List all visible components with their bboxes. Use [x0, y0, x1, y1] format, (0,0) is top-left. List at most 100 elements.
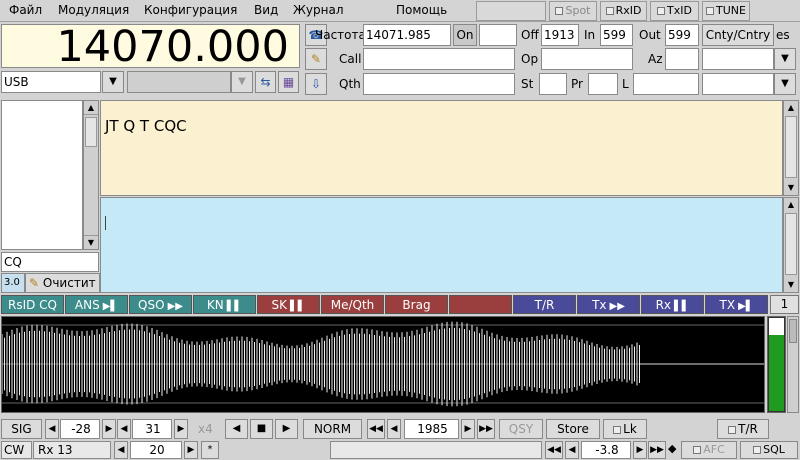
extra-select[interactable] [702, 73, 774, 95]
country-dropdown-button[interactable]: ▼ [774, 48, 796, 70]
macro-page-button[interactable]: 1 [770, 295, 799, 314]
menu-log[interactable]: Журнал [293, 3, 344, 17]
on-time-field[interactable] [479, 24, 517, 46]
menu-view[interactable]: Вид [254, 3, 278, 17]
chevron-up-icon[interactable]: ▲ [784, 101, 798, 115]
macro-button-8[interactable] [449, 295, 512, 314]
chevron-up-icon[interactable]: ▲ [784, 198, 798, 212]
rx-scrollbar[interactable]: ▲ ▼ [783, 100, 799, 196]
rx-text-panel[interactable]: JT Q T CQC [100, 100, 783, 196]
bandwidth-select[interactable] [127, 71, 231, 93]
norm-button[interactable]: NORM [303, 419, 362, 439]
toolbar-blank-button[interactable] [476, 1, 546, 21]
forward-button[interactable]: ▶ [275, 419, 298, 439]
db-field[interactable]: -3.8 [581, 441, 631, 459]
macro-button-12[interactable]: TX ▶▌ [705, 295, 768, 314]
on-time-button[interactable]: On [453, 24, 477, 46]
swap-button[interactable]: ⇆ [255, 71, 276, 93]
menu-help[interactable]: Помощь [396, 3, 447, 17]
menu-modulation[interactable]: Модуляция [58, 3, 129, 17]
db-fast-inc-button[interactable]: ▶▶ [648, 441, 666, 459]
carrier-fast-dec-button[interactable]: ◀◀ [367, 419, 385, 439]
browser-list[interactable] [1, 100, 83, 250]
afc-toggle[interactable]: AFC [681, 441, 737, 459]
star-button[interactable]: * [201, 441, 219, 459]
rst-out-field[interactable]: 599 [665, 24, 699, 46]
qth-field[interactable] [363, 73, 515, 95]
op-field[interactable] [541, 48, 633, 70]
carrier-inc-button[interactable]: ▶ [461, 419, 475, 439]
az-field[interactable] [665, 48, 699, 70]
mode-dropdown-button[interactable]: ▼ [102, 71, 124, 93]
lock-toggle[interactable]: Lk [603, 419, 647, 439]
cq-field[interactable]: CQ [1, 252, 99, 272]
frequency-display[interactable]: 14070.000 [1, 24, 300, 69]
status-inc-button[interactable]: ▶ [184, 441, 198, 459]
menu-file[interactable]: Файл [9, 3, 42, 17]
db-dec-button[interactable]: ◀ [565, 441, 579, 459]
chevron-down-icon[interactable]: ▼ [784, 181, 798, 195]
macro-button-9[interactable]: T/R [513, 295, 576, 314]
province-field[interactable] [588, 73, 618, 95]
macro-button-7[interactable]: Brag [385, 295, 448, 314]
call-field[interactable] [363, 48, 515, 70]
carrier-fast-inc-button[interactable]: ▶▶ [477, 419, 495, 439]
extra-dropdown-button[interactable]: ▼ [774, 73, 796, 95]
macro-button-2[interactable]: ANS ▶▌ [65, 295, 128, 314]
db-inc-button[interactable]: ▶ [633, 441, 647, 459]
chevron-down-icon[interactable]: ▼ [84, 235, 98, 249]
macro-button-3[interactable]: QSO ▶▶ [129, 295, 192, 314]
txid-toggle[interactable]: TxID [650, 1, 699, 21]
bandwidth-dropdown-button[interactable]: ▼ [231, 71, 253, 93]
off-field[interactable]: 1913 [541, 24, 579, 46]
scroll-thumb[interactable] [785, 116, 797, 178]
list-button[interactable]: ▦ [278, 71, 299, 93]
meter-slider[interactable] [787, 316, 799, 413]
tx-text-panel[interactable] [100, 197, 783, 293]
country-select[interactable] [702, 48, 774, 70]
scroll-thumb[interactable] [785, 213, 797, 275]
mode-select[interactable]: USB [1, 71, 101, 93]
broom-button[interactable]: ✎ [305, 48, 327, 70]
status-value-field[interactable]: 20 [130, 441, 182, 459]
tr-toggle[interactable]: T/R [717, 419, 769, 439]
macro-button-10[interactable]: Tx ▶▶ [577, 295, 640, 314]
sig-button[interactable]: SIG [1, 419, 42, 439]
squelch-field[interactable]: -28 [60, 419, 100, 439]
macro-button-11[interactable]: Rx ▌▌ [641, 295, 704, 314]
squelch-inc-button[interactable]: ▶ [102, 419, 116, 439]
sql-toggle[interactable]: SQL [740, 441, 798, 459]
gain-dec-button[interactable]: ◀ [117, 419, 131, 439]
rewind-button[interactable]: ◀ [225, 419, 248, 439]
locator-field[interactable] [633, 73, 699, 95]
country-button[interactable]: Cnty/Cntry [702, 24, 774, 46]
scroll-thumb[interactable] [85, 117, 97, 147]
browser-scrollbar[interactable]: ▲ ▼ [83, 100, 99, 250]
menu-config[interactable]: Конфигурация [144, 3, 237, 17]
macro-button-6[interactable]: Me/Qth [321, 295, 384, 314]
slider-handle[interactable] [789, 319, 797, 343]
macro-button-4[interactable]: KN ▌▌ [193, 295, 256, 314]
clear-button[interactable]: ✎ Очистит [25, 273, 100, 293]
spot-toggle[interactable]: Spot [549, 1, 597, 21]
db-fast-dec-button[interactable]: ◀◀ [545, 441, 563, 459]
qsy-button[interactable]: QSY [499, 419, 543, 439]
gain-field[interactable]: 31 [132, 419, 172, 439]
log-save-button[interactable]: ⇩ [305, 73, 327, 95]
chevron-down-icon[interactable]: ▼ [784, 278, 798, 292]
gain-inc-button[interactable]: ▶ [174, 419, 188, 439]
stop-button[interactable]: ■ [250, 419, 273, 439]
rxid-toggle[interactable]: RxID [600, 1, 647, 21]
macro-button-5[interactable]: SK ▌▌ [257, 295, 320, 314]
carrier-field[interactable]: 1985 [404, 419, 459, 439]
squelch-dec-button[interactable]: ◀ [45, 419, 59, 439]
tune-toggle[interactable]: TUNE [702, 1, 750, 21]
tx-scrollbar[interactable]: ▲ ▼ [783, 197, 799, 293]
chevron-up-icon[interactable]: ▲ [84, 101, 98, 115]
rst-in-field[interactable]: 599 [600, 24, 633, 46]
waterfall[interactable] [1, 316, 765, 413]
macro-button-1[interactable]: RsID CQ [1, 295, 64, 314]
store-button[interactable]: Store [546, 419, 600, 439]
status-dec-button[interactable]: ◀ [114, 441, 128, 459]
carrier-dec-button[interactable]: ◀ [387, 419, 401, 439]
